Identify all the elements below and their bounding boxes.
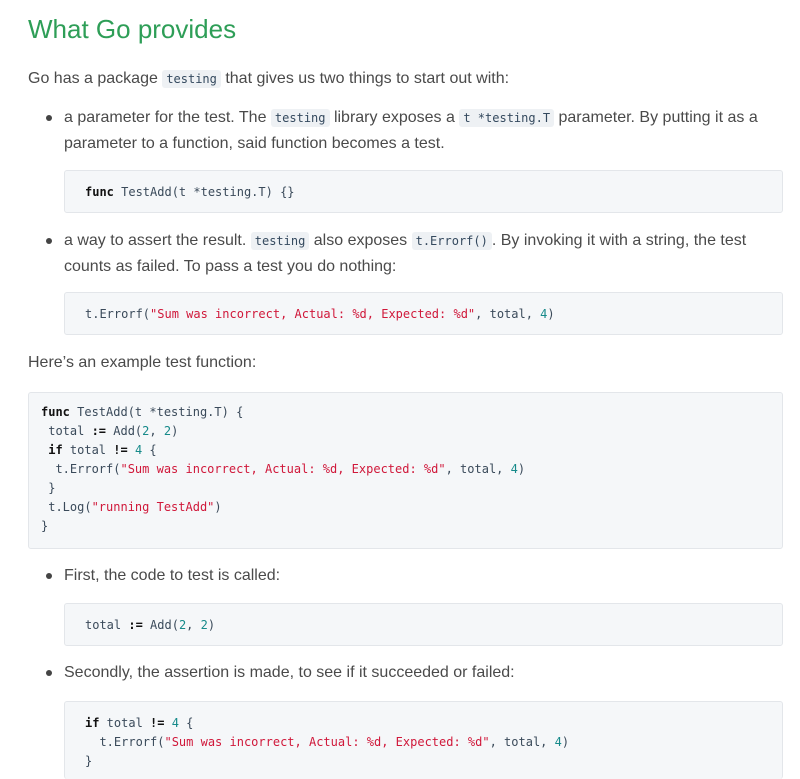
code-text: ) [561, 735, 570, 749]
code-text: total [41, 424, 92, 438]
bullet-dot [46, 670, 52, 676]
code-operator: != [150, 716, 165, 730]
intro-text-end: that gives us two things to start out wi… [220, 70, 510, 87]
code-text: t.Errorf( [41, 462, 121, 476]
code-operator: := [128, 618, 143, 632]
code-string: "Sum was incorrect, Actual: %d, Expected… [150, 307, 476, 321]
code-number: 4 [554, 735, 562, 749]
code-text: t.Log( [41, 500, 92, 514]
code-block-errorf: t.Errorf("Sum was incorrect, Actual: %d,… [64, 292, 783, 335]
code-text: total [62, 443, 114, 457]
code-text: TestAdd(t *testing.T) { [69, 405, 244, 419]
code-number: 2 [163, 424, 172, 438]
code-text: ) [517, 462, 526, 476]
code-string: "running TestAdd" [91, 500, 215, 514]
code-number: 2 [200, 618, 208, 632]
code-number: 4 [510, 462, 518, 476]
inline-code-testing: testing [270, 109, 330, 127]
code-text: t.Errorf( [85, 307, 151, 321]
bullet-parameter: a parameter for the test. The testing li… [64, 105, 784, 157]
code-keyword: func [41, 405, 70, 419]
intro-paragraph: Go has a package testing that gives us t… [28, 66, 509, 92]
code-text: Add( [106, 424, 143, 438]
document: What Go provides Go has a package testin… [0, 0, 800, 779]
code-text: ) [547, 307, 555, 321]
code-keyword: if [85, 716, 100, 730]
code-text: , total, [475, 307, 541, 321]
bullet-assert: a way to assert the result. testing also… [64, 228, 784, 280]
code-block-signature: func TestAdd(t *testing.T) {} [64, 170, 783, 213]
code-text: ) [171, 424, 179, 438]
code-string: "Sum was incorrect, Actual: %d, Expected… [164, 735, 490, 749]
code-text: total [85, 618, 129, 632]
code-text: total [99, 716, 151, 730]
code-text: , total, [445, 462, 511, 476]
code-text: } [41, 519, 49, 533]
code-text: ) [207, 618, 216, 632]
code-text: ) [214, 500, 222, 514]
bullet-first: First, the code to test is called: [64, 567, 281, 584]
code-string: "Sum was incorrect, Actual: %d, Expected… [120, 462, 446, 476]
bullet-dot [46, 115, 52, 121]
bullet-dot [46, 573, 52, 579]
code-keyword: if [41, 443, 63, 457]
bullet-text: also exposes [309, 232, 412, 249]
code-text: , [149, 424, 164, 438]
inline-code-testing: testing [250, 232, 310, 250]
section-heading: What Go provides [28, 14, 237, 44]
intro-text: Go has a package [28, 70, 163, 87]
code-text: { [142, 443, 157, 457]
code-text: } [41, 481, 56, 495]
bullet-text: a parameter for the test. The [64, 109, 271, 126]
inline-code-testing: testing [162, 70, 221, 88]
code-keyword: func [85, 185, 114, 199]
bullet-second: Secondly, the assertion is made, to see … [64, 664, 515, 681]
inline-code-testing-t: t *testing.T [459, 109, 555, 127]
example-intro: Here’s an example test function: [28, 354, 257, 371]
inline-code-errorf: t.Errorf() [411, 232, 492, 250]
code-operator: := [91, 424, 107, 438]
code-text: } [85, 754, 93, 768]
code-text: { [178, 716, 194, 730]
code-number: 4 [171, 716, 179, 730]
code-text: TestAdd(t *testing.T) {} [113, 185, 295, 199]
code-block-example: func TestAdd(t *testing.T) { total := Ad… [28, 392, 783, 549]
bullet-text: library exposes a [329, 109, 460, 126]
code-block-call: total := Add(2, 2) [64, 603, 783, 646]
bullet-dot [46, 238, 52, 244]
code-text: t.Errorf( [85, 735, 165, 749]
code-text: Add( [142, 618, 179, 632]
code-block-assertion: if total != 4 { t.Errorf("Sum was incorr… [64, 701, 783, 779]
bullet-text: a way to assert the result. [64, 232, 251, 249]
code-operator: != [113, 443, 128, 457]
code-text: , total, [489, 735, 555, 749]
code-text: , [186, 618, 201, 632]
